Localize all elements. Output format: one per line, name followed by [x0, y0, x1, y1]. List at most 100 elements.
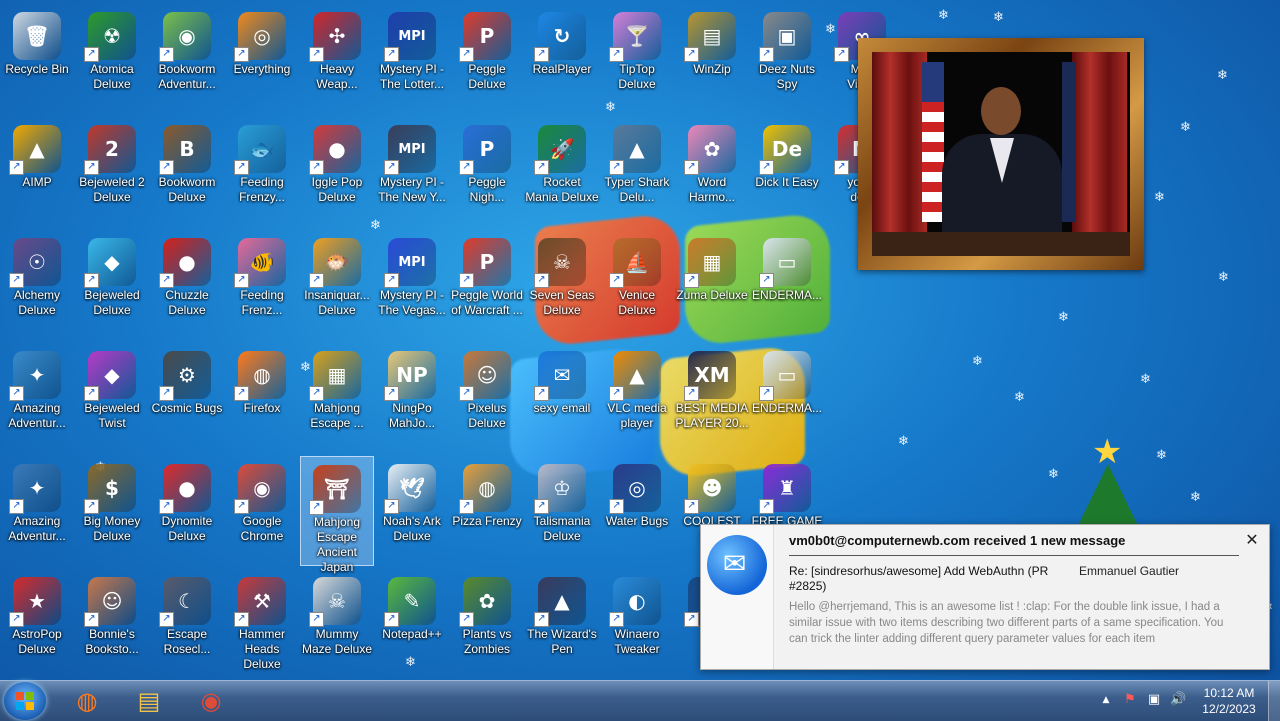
- snowflake-icon: ❄: [1218, 270, 1229, 285]
- desktop-icon[interactable]: ◐ ↗ Winaero Tweaker: [600, 569, 674, 679]
- desktop-icon[interactable]: P ↗ Peggle World of Warcraft ...: [450, 230, 524, 340]
- escape-rosecliff-icon: ☾ ↗: [159, 577, 211, 627]
- shortcut-arrow-icon: ↗: [84, 612, 99, 627]
- desktop-icon[interactable]: ● ↗ Chuzzle Deluxe: [150, 230, 224, 340]
- desktop-icon[interactable]: ☉ ↗ Alchemy Deluxe: [0, 230, 74, 340]
- desktop-icon[interactable]: B ↗ Bookworm Deluxe: [150, 117, 224, 227]
- desktop-icon[interactable]: ☺ ↗ Bonnie's Booksto...: [75, 569, 149, 679]
- astropop-icon: ★ ↗: [9, 577, 61, 627]
- desktop-icon[interactable]: 🐡 ↗ Insaniquar... Deluxe: [300, 230, 374, 340]
- shortcut-arrow-icon: ↗: [534, 386, 549, 401]
- desktop-icon[interactable]: ✣ ↗ Heavy Weap...: [300, 4, 374, 114]
- desktop-icon[interactable]: ☠ ↗ Seven Seas Deluxe: [525, 230, 599, 340]
- desktop-icon[interactable]: ♔ ↗ Talismania Deluxe: [525, 456, 599, 566]
- notepadpp-icon: ✎ ↗: [384, 577, 436, 627]
- taskbar-app-file-explorer[interactable]: ▤: [122, 684, 176, 718]
- photo-frame-gadget[interactable]: [858, 38, 1144, 270]
- notification-subject[interactable]: Re: [sindresorhus/awesome] Add WebAuthn …: [789, 564, 1069, 594]
- desktop-icon[interactable]: ▭ ↗ ENDERMA...: [750, 230, 824, 340]
- desktop-icon[interactable]: ◆ ↗ Bejeweled Twist: [75, 343, 149, 453]
- desktop-icon[interactable]: MPI ↗ Mystery PI - The Lotter...: [375, 4, 449, 114]
- desktop-icon[interactable]: ★ ↗ AstroPop Deluxe: [0, 569, 74, 679]
- desktop-icon[interactable]: P ↗ Peggle Deluxe: [450, 4, 524, 114]
- desktop-icon-label: AstroPop Deluxe: [12, 627, 62, 656]
- desktop-icon[interactable]: ● ↗ Iggle Pop Deluxe: [300, 117, 374, 227]
- close-icon[interactable]: ✕: [1243, 531, 1261, 549]
- desktop-icon[interactable]: ◎ ↗ Water Bugs: [600, 456, 674, 566]
- network-icon[interactable]: ▣: [1146, 692, 1162, 708]
- shortcut-arrow-icon: ↗: [159, 499, 174, 514]
- desktop-icon[interactable]: ◎ ↗ Everything: [225, 4, 299, 114]
- desktop-icon[interactable]: $ ↗ Big Money Deluxe: [75, 456, 149, 566]
- desktop-icon-label: WinZip: [693, 62, 731, 76]
- start-button[interactable]: [4, 682, 46, 720]
- desktop-icon[interactable]: MPI ↗ Mystery PI - The Vegas...: [375, 230, 449, 340]
- desktop-icon-label: Water Bugs: [605, 514, 669, 528]
- desktop-icon-label: Mahjong Escape ...: [310, 401, 364, 430]
- desktop-icon[interactable]: 🐠 ↗ Feeding Frenz...: [225, 230, 299, 340]
- shortcut-arrow-icon: ↗: [309, 160, 324, 175]
- clock[interactable]: 10:12 AM 12/2/2023: [1196, 685, 1262, 717]
- desktop-icon[interactable]: ◍ ↗ Pizza Frenzy: [450, 456, 524, 566]
- desktop-icon[interactable]: ⛵ ↗ Venice Deluxe: [600, 230, 674, 340]
- taskbar-app-chrome[interactable]: ◉: [184, 684, 238, 718]
- desktop-icon[interactable]: ⚙ ↗ Cosmic Bugs: [150, 343, 224, 453]
- desktop-icon[interactable]: 🕊 ↗ Noah's Ark Deluxe: [375, 456, 449, 566]
- desktop-icon[interactable]: 2 ↗ Bejeweled 2 Deluxe: [75, 117, 149, 227]
- notification-body[interactable]: Hello @herrjemand, This is an awesome li…: [789, 599, 1239, 647]
- mystery-pi-vegas-icon: MPI ↗: [384, 238, 436, 288]
- desktop-icon[interactable]: ▤ ↗ WinZip: [675, 4, 749, 114]
- desktop-icon[interactable]: ☺ ↗ Pixelus Deluxe: [450, 343, 524, 453]
- desktop-icon[interactable]: ▦ ↗ Mahjong Escape ...: [300, 343, 374, 453]
- desktop-icon[interactable]: ▲ ↗ Typer Shark Delu...: [600, 117, 674, 227]
- desktop-icon[interactable]: XM ↗ BEST MEDIA PLAYER 20...: [675, 343, 749, 453]
- email-notification-popup[interactable]: vm0b0t@computernewb.com received 1 new m…: [700, 524, 1270, 670]
- desktop-icon[interactable]: ◍ ↗ Firefox: [225, 343, 299, 453]
- desktop-icon[interactable]: De ↗ Dick It Easy: [750, 117, 824, 227]
- volume-icon[interactable]: 🔊: [1170, 692, 1186, 708]
- desktop-icon[interactable]: ✦ ↗ Amazing Adventur...: [0, 343, 74, 453]
- shortcut-arrow-icon: ↗: [609, 386, 624, 401]
- desktop-icon[interactable]: ● ↗ Dynomite Deluxe: [150, 456, 224, 566]
- firefox-icon: ◍: [76, 687, 98, 715]
- desktop-icon-label: BEST MEDIA PLAYER 20...: [675, 401, 749, 430]
- desktop-icon[interactable]: ☠ ↗ Mummy Maze Deluxe: [300, 569, 374, 679]
- desktop-icon[interactable]: ▲ ↗ The Wizard's Pen: [525, 569, 599, 679]
- shortcut-arrow-icon: ↗: [234, 160, 249, 175]
- shortcut-arrow-icon: ↗: [609, 273, 624, 288]
- desktop-icon[interactable]: ✎ ↗ Notepad++: [375, 569, 449, 679]
- desktop-icon[interactable]: ☾ ↗ Escape Rosecl...: [150, 569, 224, 679]
- desktop-icon[interactable]: ✿ ↗ Plants vs Zombies: [450, 569, 524, 679]
- desktop-icon[interactable]: ▭ ↗ ENDERMA...: [750, 343, 824, 453]
- desktop-icon[interactable]: ⛩ ↗ Mahjong Escape Ancient Japan: [300, 456, 374, 574]
- desktop-icon[interactable]: ▲ ↗ VLC media player: [600, 343, 674, 453]
- shortcut-arrow-icon: ↗: [84, 499, 99, 514]
- desktop-icon[interactable]: ▣ ↗ Deez Nuts Spy: [750, 4, 824, 114]
- desktop-icon[interactable]: ◉ ↗ Google Chrome: [225, 456, 299, 566]
- desktop-icon[interactable]: NP ↗ NingPo MahJo...: [375, 343, 449, 453]
- desktop-icon[interactable]: ▦ ↗ Zuma Deluxe: [675, 230, 749, 340]
- desktop-icon[interactable]: ✉ ↗ sexy email: [525, 343, 599, 453]
- desktop-icon-label: Atomica Deluxe: [90, 62, 134, 91]
- desktop-icon[interactable]: ▲ ↗ AIMP: [0, 117, 74, 227]
- desktop-icon[interactable]: 🚀 ↗ Rocket Mania Deluxe: [525, 117, 599, 227]
- shortcut-arrow-icon: ↗: [384, 273, 399, 288]
- desktop-icon[interactable]: ⚒ ↗ Hammer Heads Deluxe: [225, 569, 299, 679]
- desktop-icon[interactable]: ◆ ↗ Bejeweled Deluxe: [75, 230, 149, 340]
- desktop-icon[interactable]: ↻ ↗ RealPlayer: [525, 4, 599, 114]
- taskbar-app-firefox[interactable]: ◍: [60, 684, 114, 718]
- snowflake-icon: ❄: [1190, 490, 1201, 505]
- desktop-icon[interactable]: ✿ ↗ Word Harmo...: [675, 117, 749, 227]
- desktop-icon[interactable]: ◉ ↗ Bookworm Adventur...: [150, 4, 224, 114]
- shortcut-arrow-icon: ↗: [684, 47, 699, 62]
- desktop-icon[interactable]: ✦ ↗ Amazing Adventur...: [0, 456, 74, 566]
- show-hidden-icons-icon[interactable]: ▲: [1098, 692, 1114, 708]
- desktop-icon[interactable]: 🍸 ↗ TipTop Deluxe: [600, 4, 674, 114]
- desktop-icon[interactable]: P ↗ Peggle Nigh...: [450, 117, 524, 227]
- action-center-flag-icon[interactable]: ⚑: [1122, 692, 1138, 708]
- desktop-icon[interactable]: MPI ↗ Mystery PI - The New Y...: [375, 117, 449, 227]
- show-desktop-button[interactable]: [1268, 681, 1280, 721]
- desktop-icon[interactable]: 🐟 ↗ Feeding Frenzy...: [225, 117, 299, 227]
- desktop-icon[interactable]: 🗑 Recycle Bin: [0, 4, 74, 114]
- desktop-icon[interactable]: ☢ ↗ Atomica Deluxe: [75, 4, 149, 114]
